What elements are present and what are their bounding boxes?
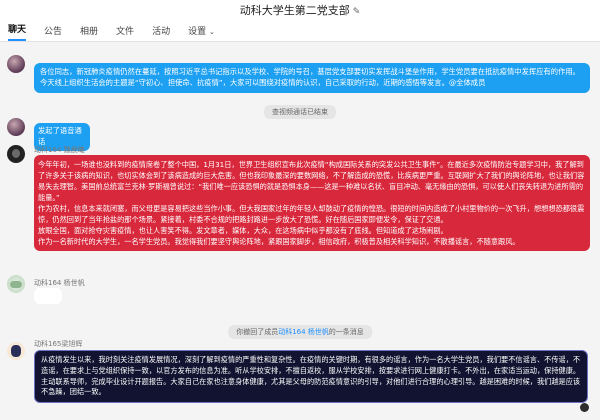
tab-chat[interactable]: 聊天 bbox=[8, 22, 27, 41]
window-title: 动科大学生第二党支部 bbox=[239, 4, 350, 17]
avatar[interactable] bbox=[7, 118, 25, 136]
avatar[interactable] bbox=[7, 275, 25, 293]
chevron-down-icon: ⌄ bbox=[208, 28, 215, 36]
tab-settings[interactable]: 设置 ⌄ bbox=[188, 24, 215, 41]
message-bubble[interactable] bbox=[34, 288, 62, 304]
edit-name-icon[interactable]: ✎ bbox=[353, 1, 361, 23]
window-title-bar: 动科大学生第二党支部 ✎ bbox=[0, 0, 600, 22]
avatar[interactable] bbox=[7, 55, 25, 73]
tab-settings-label: 设置 bbox=[188, 27, 207, 37]
avatar[interactable] bbox=[7, 342, 25, 360]
sender-name: 动科164 魏晨曦 bbox=[34, 146, 85, 154]
system-message: 你撤回了成员动科164 杨世帆的一条消息 bbox=[228, 325, 372, 339]
message-bubble[interactable]: 今年年初，一场谁也没料到的疫情席卷了整个中国，1月31日，世界卫生组织宣布此次疫… bbox=[34, 155, 590, 251]
chat-area[interactable]: 各位同志，新冠肺炎疫情仍然在蔓延，按照习近平总书记指示以及学校、学院的号召，基层… bbox=[0, 42, 600, 420]
message-bubble[interactable]: 各位同志，新冠肺炎疫情仍然在蔓延，按照习近平总书记指示以及学校、学院的号召，基层… bbox=[34, 63, 590, 93]
system-message-prefix: 你撤回了成员 bbox=[236, 328, 279, 336]
tab-announcement[interactable]: 公告 bbox=[44, 24, 62, 41]
message-bubble[interactable]: 从疫情发生以来，我时刻关注疫情发展情况，深刻了解到疫情的严重性和复杂性。在疫情的… bbox=[34, 350, 588, 404]
sender-name: 动科164 杨世帆 bbox=[34, 279, 85, 287]
member-link[interactable]: 动科164 杨世帆 bbox=[278, 328, 329, 336]
sender-name: 动科165梁旭辉 bbox=[34, 340, 83, 348]
tab-album[interactable]: 相册 bbox=[80, 24, 98, 41]
system-message-suffix: 的一条消息 bbox=[328, 328, 364, 336]
tab-files[interactable]: 文件 bbox=[116, 24, 134, 41]
system-message: 查视频通话已结束 bbox=[264, 105, 336, 119]
sticker-icon bbox=[580, 403, 589, 412]
tab-activity[interactable]: 活动 bbox=[152, 24, 170, 41]
avatar[interactable] bbox=[7, 145, 25, 163]
tab-bar: 聊天 公告 相册 文件 活动 设置 ⌄ bbox=[0, 22, 600, 42]
